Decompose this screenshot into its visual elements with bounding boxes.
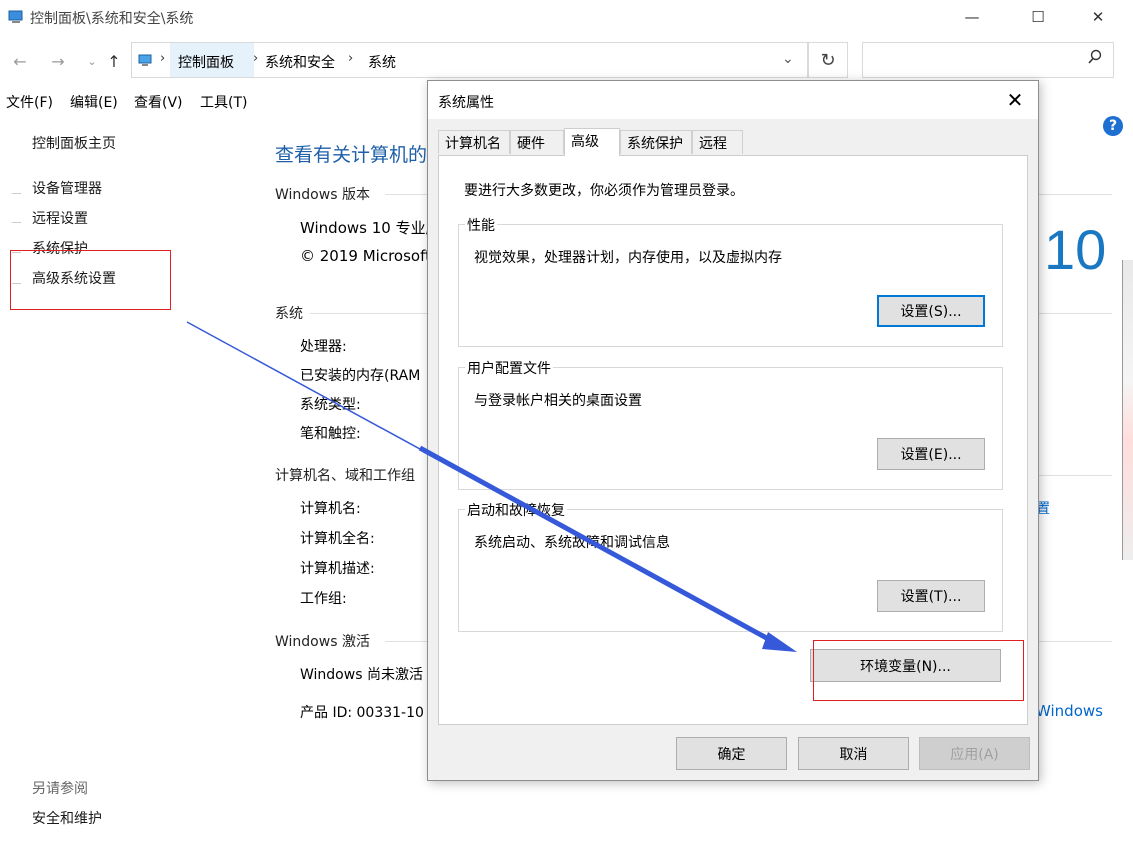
search-box[interactable]	[862, 42, 1114, 78]
performance-group-label: 性能	[465, 215, 497, 235]
dialog-close-button[interactable]: ✕	[1000, 85, 1030, 115]
system-properties-dialog: 系统属性 ✕ 计算机名 硬件 高级 系统保护 远程 要进行大多数更改，你必须作为…	[427, 80, 1039, 781]
copyright-text: © 2019 Microsoft	[300, 247, 431, 265]
search-input[interactable]	[867, 47, 1081, 75]
startup-recovery-description: 系统启动、系统故障和调试信息	[474, 535, 670, 551]
startup-recovery-settings-button[interactable]: 设置(T)...	[877, 580, 985, 612]
menu-tools[interactable]: 工具(T)	[200, 92, 247, 112]
product-id: 产品 ID: 00331-10	[300, 705, 424, 721]
performance-description: 视觉效果，处理器计划，内存使用，以及虚拟内存	[474, 250, 782, 266]
menu-view[interactable]: 查看(V)	[134, 92, 183, 112]
ram-label: 已安装的内存(RAM	[300, 368, 421, 384]
tab-computer-name[interactable]: 计算机名	[438, 130, 510, 154]
highlight-box-environment-variables	[813, 640, 1024, 701]
address-dropdown-chevron-icon[interactable]: ⌄	[782, 51, 794, 67]
workgroup-label: 工作组:	[300, 591, 347, 607]
performance-settings-button[interactable]: 设置(S)...	[877, 295, 985, 327]
user-profiles-group-label: 用户配置文件	[465, 358, 553, 378]
background-window-edge	[1122, 260, 1133, 560]
back-arrow-icon[interactable]: ←	[8, 50, 32, 72]
maximize-button[interactable]: ☐	[1015, 0, 1061, 34]
chevron-right-icon[interactable]: ›	[253, 51, 258, 66]
sidebar-remote-settings[interactable]: 远程设置	[32, 208, 88, 228]
startup-recovery-group: 启动和故障恢复 系统启动、系统故障和调试信息 设置(T)...	[458, 500, 1003, 632]
tab-hardware[interactable]: 硬件	[510, 130, 564, 154]
performance-group: 性能 视觉效果，处理器计划，内存使用，以及虚拟内存 设置(S)...	[458, 215, 1003, 347]
full-computer-name-label: 计算机全名:	[300, 531, 375, 547]
sidebar-home-link[interactable]: 控制面板主页	[32, 133, 116, 153]
activate-windows-link[interactable]: Windows	[1036, 702, 1103, 720]
recent-locations-chevron-icon[interactable]: ⌄	[80, 50, 104, 72]
processor-label: 处理器:	[300, 339, 347, 355]
search-icon	[1087, 49, 1103, 69]
windows-edition-heading: Windows 版本	[275, 187, 370, 203]
sidebar-security-maintenance[interactable]: 安全和维护	[32, 808, 102, 828]
apply-button[interactable]: 应用(A)	[919, 737, 1030, 770]
activation-heading: Windows 激活	[275, 634, 370, 650]
up-arrow-icon[interactable]: ↑	[102, 50, 126, 72]
admin-notice: 要进行大多数更改，你必须作为管理员登录。	[464, 183, 744, 199]
computer-name-label: 计算机名:	[300, 501, 361, 517]
menu-file[interactable]: 文件(F)	[6, 92, 53, 112]
refresh-icon: ↻	[820, 49, 836, 71]
page-title: 查看有关计算机的	[275, 144, 428, 166]
shield-icon	[12, 193, 21, 198]
close-icon: ✕	[1006, 88, 1024, 112]
activation-status: Windows 尚未激活	[300, 667, 423, 683]
chevron-right-icon: ›	[160, 51, 166, 66]
refresh-button[interactable]: ↻	[808, 42, 848, 78]
breadcrumb-control-panel-label: 控制面板	[178, 55, 234, 71]
windows-edition-value: Windows 10 专业版	[300, 219, 441, 237]
see-also-heading: 另请参阅	[32, 781, 88, 797]
computer-description-label: 计算机描述:	[300, 561, 375, 577]
ok-button[interactable]: 确定	[676, 737, 787, 770]
control-panel-icon	[138, 52, 154, 68]
breadcrumb-system-security[interactable]: 系统和安全	[265, 52, 335, 72]
tab-remote[interactable]: 远程	[692, 130, 743, 154]
dialog-title: 系统属性	[438, 95, 494, 111]
window-title: 控制面板\系统和安全\系统	[30, 11, 194, 27]
address-bar[interactable]: › 控制面板 › 系统和安全 › 系统 ⌄	[131, 42, 808, 78]
help-icon[interactable]: ?	[1103, 116, 1123, 136]
computer-name-heading: 计算机名、域和工作组	[275, 468, 415, 484]
tab-system-protection[interactable]: 系统保护	[620, 130, 692, 154]
user-profiles-group: 用户配置文件 与登录帐户相关的桌面设置 设置(E)...	[458, 358, 1003, 490]
windows-10-logo: 10	[1044, 218, 1107, 281]
tab-advanced[interactable]: 高级	[564, 128, 620, 156]
sidebar-device-manager[interactable]: 设备管理器	[32, 178, 102, 198]
forward-arrow-icon[interactable]: →	[46, 50, 70, 72]
app-icon	[8, 9, 24, 25]
startup-recovery-group-label: 启动和故障恢复	[465, 500, 567, 520]
highlight-box-advanced-settings	[10, 250, 171, 310]
pen-touch-label: 笔和触控:	[300, 426, 361, 442]
system-type-label: 系统类型:	[300, 397, 361, 413]
minimize-button[interactable]: —	[949, 0, 995, 34]
system-heading: 系统	[275, 306, 303, 322]
breadcrumb-system[interactable]: 系统	[368, 52, 396, 72]
dialog-title-bar	[428, 81, 1038, 119]
shield-icon	[12, 222, 21, 227]
chevron-right-icon[interactable]: ›	[348, 51, 353, 66]
cancel-button[interactable]: 取消	[798, 737, 909, 770]
user-profiles-settings-button[interactable]: 设置(E)...	[877, 438, 985, 470]
close-window-button[interactable]: ✕	[1075, 0, 1121, 34]
menu-edit[interactable]: 编辑(E)	[70, 92, 118, 112]
advanced-tab-panel: 要进行大多数更改，你必须作为管理员登录。 性能 视觉效果，处理器计划，内存使用，…	[438, 155, 1028, 725]
user-profiles-description: 与登录帐户相关的桌面设置	[474, 393, 642, 409]
